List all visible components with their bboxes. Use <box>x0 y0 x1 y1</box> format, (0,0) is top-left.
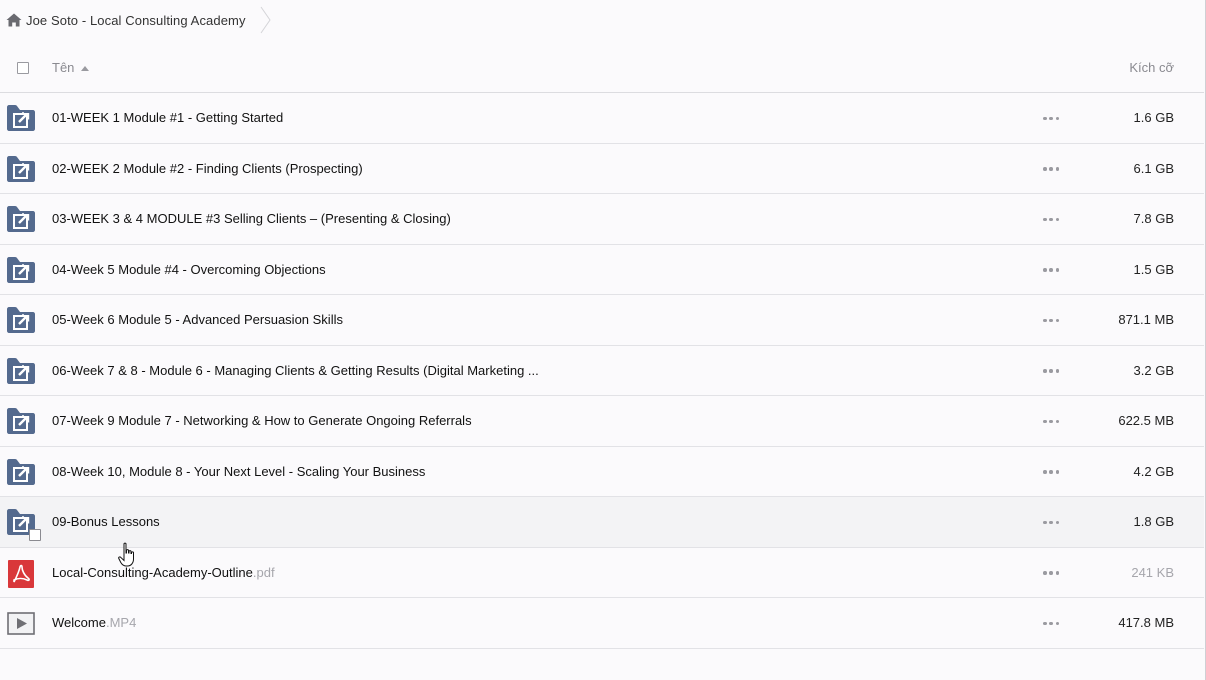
item-size: 871.1 MB <box>1118 312 1174 327</box>
more-options-icon[interactable] <box>1043 116 1059 121</box>
select-all-checkbox[interactable] <box>17 62 29 74</box>
list-header: Tên Kích cỡ <box>0 42 1204 93</box>
item-name-text: 09-Bonus Lessons <box>52 514 160 529</box>
file-row[interactable]: Local-Consulting-Academy-Outline.pdf 241 … <box>0 547 1204 598</box>
item-name-text: 05-Week 6 Module 5 - Advanced Persuasion… <box>52 312 343 327</box>
folder-row[interactable]: 01-WEEK 1 Module #1 - Getting Started 1.6… <box>0 93 1204 144</box>
size-column-header[interactable]: Kích cỡ <box>1129 60 1174 75</box>
shared-folder-icon <box>7 256 35 283</box>
folder-row[interactable]: 04-Week 5 Module #4 - Overcoming Objecti… <box>0 244 1204 295</box>
item-name-text: 07-Week 9 Module 7 - Networking & How to… <box>52 413 472 428</box>
item-name[interactable]: Welcome.MP4 <box>52 615 136 630</box>
file-browser: Joe Soto - Local Consulting Academy Tên … <box>0 0 1206 680</box>
item-name[interactable]: 01-WEEK 1 Module #1 - Getting Started <box>52 110 283 125</box>
more-options-icon[interactable] <box>1043 167 1059 172</box>
folder-row[interactable]: 09-Bonus Lessons 1.8 GB <box>0 497 1204 548</box>
more-options-icon[interactable] <box>1043 217 1059 222</box>
more-options-icon[interactable] <box>1043 268 1059 273</box>
more-options-icon[interactable] <box>1043 318 1059 323</box>
more-options-icon[interactable] <box>1043 520 1059 525</box>
shared-folder-icon <box>7 458 35 485</box>
item-name[interactable]: 05-Week 6 Module 5 - Advanced Persuasion… <box>52 312 343 327</box>
item-size: 7.8 GB <box>1133 211 1174 226</box>
item-name-text: Local-Consulting-Academy-Outline <box>52 564 253 580</box>
item-name-text: 03-WEEK 3 & 4 MODULE #3 Selling Clients … <box>52 211 451 226</box>
item-name[interactable]: 06-Week 7 & 8 - Module 6 - Managing Clie… <box>52 363 539 378</box>
item-name-text: 01-WEEK 1 Module #1 - Getting Started <box>52 110 284 125</box>
name-column-label: Tên <box>52 60 75 75</box>
home-icon[interactable] <box>6 13 22 27</box>
item-extension: .MP4 <box>105 615 137 630</box>
shared-folder-icon <box>7 105 35 131</box>
breadcrumb-current-folder[interactable]: Joe Soto - Local Consulting Academy <box>26 13 246 28</box>
shared-folder-icon <box>7 307 35 333</box>
folder-row[interactable]: 02-WEEK 2 Module #2 - Finding Clients (P… <box>0 143 1204 194</box>
more-options-icon[interactable] <box>1043 419 1059 424</box>
item-name[interactable]: 08-Week 10, Module 8 - Your Next Level -… <box>52 464 425 479</box>
item-size: 3.2 GB <box>1133 362 1174 378</box>
breadcrumb: Joe Soto - Local Consulting Academy <box>6 6 272 34</box>
shared-folder-icon <box>7 206 35 232</box>
item-size: 1.6 GB <box>1133 110 1174 125</box>
item-size: 1.5 GB <box>1133 261 1174 277</box>
more-options-icon[interactable] <box>1043 369 1059 374</box>
name-column-header[interactable]: Tên <box>52 60 90 75</box>
item-name-text: 02-WEEK 2 Module #2 - Finding Clients (P… <box>52 160 363 176</box>
shared-folder-icon <box>7 357 35 384</box>
item-size: 417.8 MB <box>1118 615 1174 630</box>
shared-folder-icon <box>7 408 35 434</box>
item-name[interactable]: 04-Week 5 Module #4 - Overcoming Objecti… <box>52 262 326 277</box>
file-list: 01-WEEK 1 Module #1 - Getting Started 1.6… <box>0 93 1204 649</box>
folder-row[interactable]: 07-Week 9 Module 7 - Networking & How to… <box>0 396 1204 447</box>
shared-folder-icon <box>7 155 35 182</box>
item-name-text: Welcome <box>52 615 106 630</box>
item-name-text: 06-Week 7 & 8 - Module 6 - Managing Clie… <box>52 362 539 378</box>
breadcrumb-separator-icon <box>260 6 272 34</box>
item-size: 4.2 GB <box>1133 463 1174 479</box>
folder-row[interactable]: 08-Week 10, Module 8 - Your Next Level -… <box>0 446 1204 497</box>
folder-row[interactable]: 03-WEEK 3 & 4 MODULE #3 Selling Clients … <box>0 194 1204 245</box>
item-name[interactable]: 02-WEEK 2 Module #2 - Finding Clients (P… <box>52 161 363 176</box>
sort-ascending-icon <box>81 65 90 71</box>
item-name[interactable]: 09-Bonus Lessons <box>52 514 160 529</box>
item-name-text: 08-Week 10, Module 8 - Your Next Level -… <box>52 463 426 479</box>
pdf-icon <box>7 559 35 588</box>
item-size: 1.8 GB <box>1133 514 1174 529</box>
item-size: 6.1 GB <box>1133 160 1174 176</box>
item-size: 241 KB <box>1131 564 1174 580</box>
folder-row[interactable]: 06-Week 7 & 8 - Module 6 - Managing Clie… <box>0 345 1204 396</box>
item-size: 622.5 MB <box>1118 413 1174 428</box>
item-name-text: 04-Week 5 Module #4 - Overcoming Objecti… <box>52 261 326 277</box>
more-options-icon[interactable] <box>1043 621 1059 626</box>
item-name[interactable]: 07-Week 9 Module 7 - Networking & How to… <box>52 413 472 428</box>
folder-row[interactable]: 05-Week 6 Module 5 - Advanced Persuasion… <box>0 295 1204 346</box>
file-row[interactable]: Welcome.MP4 417.8 MB <box>0 598 1204 649</box>
row-checkbox[interactable] <box>29 529 41 541</box>
video-icon <box>7 610 35 636</box>
item-name[interactable]: Local-Consulting-Academy-Outline.pdf <box>52 565 275 580</box>
item-name[interactable]: 03-WEEK 3 & 4 MODULE #3 Selling Clients … <box>52 211 451 226</box>
more-options-icon[interactable] <box>1043 470 1059 475</box>
more-options-icon[interactable] <box>1043 571 1059 576</box>
item-extension: .pdf <box>252 564 275 580</box>
